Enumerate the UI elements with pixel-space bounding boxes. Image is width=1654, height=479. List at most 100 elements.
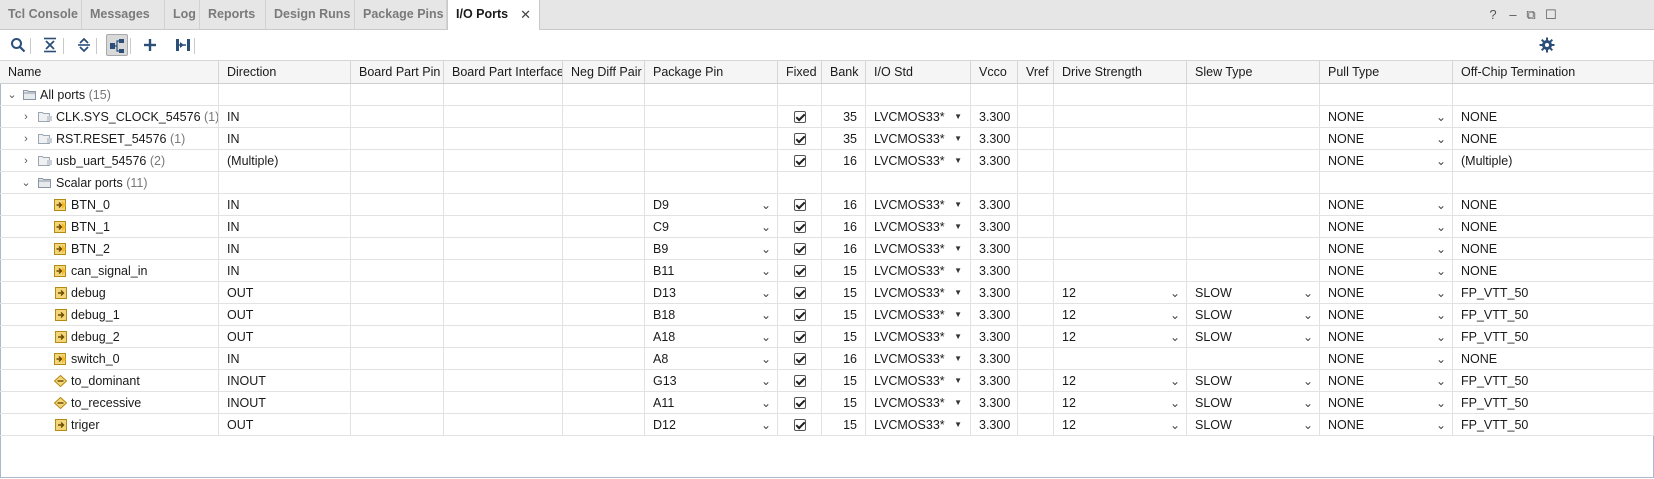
slew-type-cell[interactable]: SLOW ⌄ [1187,282,1320,304]
pull-type-cell[interactable]: NONE ⌄ [1320,392,1453,414]
package-pin-cell[interactable]: D13 ⌄ [645,282,778,304]
slew-type-cell[interactable]: SLOW ⌄ [1187,326,1320,348]
dropdown-triangle-icon[interactable]: ▼ [954,392,962,414]
dropdown-triangle-icon[interactable]: ▼ [954,106,962,128]
dropdown-triangle-icon[interactable]: ▼ [954,238,962,260]
close-icon[interactable]: ✕ [520,0,531,29]
tree-row-port[interactable]: BTN_0 IN D9 ⌄ 16 LVCMOS33* ▼ 3.300 NONE ⌄ NONE [0,194,1654,216]
drive-strength-cell[interactable]: 12 ⌄ [1054,326,1187,348]
fixed-checkbox[interactable] [793,419,806,431]
column-header-bank[interactable]: Bank [822,61,866,83]
maximize-icon[interactable]: ☐ [1542,0,1560,29]
pull-type-cell[interactable]: NONE ⌄ [1320,194,1453,216]
dropdown-triangle-icon[interactable]: ▼ [954,260,962,282]
io-std-cell[interactable]: LVCMOS33* ▼ [866,348,971,370]
column-header-package-pin[interactable]: Package Pin [645,61,778,83]
package-pin-cell[interactable]: D9 ⌄ [645,194,778,216]
slew-type-cell[interactable]: SLOW ⌄ [1187,370,1320,392]
chevron-down-icon[interactable]: ⌄ [761,260,771,282]
chevron-down-icon[interactable]: ⌄ [1170,304,1180,326]
fixed-checkbox[interactable] [793,375,806,387]
tree-row-port[interactable]: triger OUT D12 ⌄ 15 LVCMOS33* ▼ 3.300 12 ⌄ SLOW ⌄ NO… [0,414,1654,436]
chevron-down-icon[interactable]: ⌄ [1436,370,1446,392]
tab-reports[interactable]: Reports [200,0,266,29]
drive-strength-cell[interactable]: 12 ⌄ [1054,304,1187,326]
chevron-down-icon[interactable]: ⌄ [1436,106,1446,128]
export-button[interactable] [172,34,194,56]
chevron-down-icon[interactable]: ⌄ [761,392,771,414]
search-button[interactable] [7,34,29,56]
chevron-down-icon[interactable]: ⌄ [1170,370,1180,392]
pull-type-cell[interactable]: NONE ⌄ [1320,326,1453,348]
io-std-cell[interactable]: LVCMOS33* ▼ [866,260,971,282]
package-pin-cell[interactable]: C9 ⌄ [645,216,778,238]
tree-row-interface[interactable]: › usb_uart_54576 (2) (Multiple) 16 LVCMOS33*… [0,150,1654,172]
package-pin-cell[interactable]: G13 ⌄ [645,370,778,392]
column-header-vcco[interactable]: Vcco [971,61,1018,83]
drive-strength-cell[interactable]: 12 ⌄ [1054,282,1187,304]
pull-type-cell[interactable]: NONE ⌄ [1320,414,1453,436]
fixed-checkbox[interactable] [793,353,806,365]
column-header-neg-diff-pair[interactable]: Neg Diff Pair [563,61,645,83]
chevron-down-icon[interactable]: ⌄ [1436,260,1446,282]
tree-row-port[interactable]: to_dominant INOUT G13 ⌄ 15 LVCMOS33* ▼ 3.300 12 ⌄… [0,370,1654,392]
chevron-down-icon[interactable]: ⌄ [1436,194,1446,216]
package-pin-cell[interactable]: B11 ⌄ [645,260,778,282]
help-icon[interactable]: ? [1484,0,1502,29]
chevron-down-icon[interactable]: ⌄ [1436,128,1446,150]
package-pin-cell[interactable]: B18 ⌄ [645,304,778,326]
pull-type-cell[interactable]: NONE ⌄ [1320,150,1453,172]
dropdown-triangle-icon[interactable]: ▼ [954,150,962,172]
chevron-down-icon[interactable]: ⌄ [1436,238,1446,260]
column-header-drive-strength[interactable]: Drive Strength [1054,61,1187,83]
dropdown-triangle-icon[interactable]: ▼ [954,414,962,436]
io-std-cell[interactable]: LVCMOS33* ▼ [866,106,971,128]
io-std-cell[interactable]: LVCMOS33* ▼ [866,304,971,326]
fixed-checkbox[interactable] [793,221,806,233]
dropdown-triangle-icon[interactable]: ▼ [954,216,962,238]
io-std-cell[interactable]: LVCMOS33* ▼ [866,216,971,238]
column-header-direction[interactable]: Direction [219,61,351,83]
pull-type-cell[interactable]: NONE ⌄ [1320,282,1453,304]
chevron-down-icon[interactable]: ⌄ [1436,150,1446,172]
package-pin-cell[interactable] [645,150,778,172]
chevron-down-icon[interactable]: ⌄ [1303,304,1313,326]
chevron-down-icon[interactable]: ⌄ [761,194,771,216]
drive-strength-cell[interactable]: 12 ⌄ [1054,414,1187,436]
pull-type-cell[interactable]: NONE ⌄ [1320,348,1453,370]
tree-row-port[interactable]: debug OUT D13 ⌄ 15 LVCMOS33* ▼ 3.300 12 ⌄ SLOW ⌄ NON… [0,282,1654,304]
collapse-all-button[interactable] [39,34,61,56]
chevron-down-icon[interactable]: ⌄ [1303,392,1313,414]
drive-strength-cell[interactable]: 12 ⌄ [1054,392,1187,414]
tree-row-port[interactable]: switch_0 IN A8 ⌄ 16 LVCMOS33* ▼ 3.300 NONE ⌄ NONE [0,348,1654,370]
chevron-down-icon[interactable]: ⌄ [1303,326,1313,348]
tab-tcl-console[interactable]: Tcl Console [0,0,82,29]
package-pin-cell[interactable]: B9 ⌄ [645,238,778,260]
fixed-checkbox[interactable] [793,287,806,299]
io-std-cell[interactable]: LVCMOS33* ▼ [866,392,971,414]
io-std-cell[interactable]: LVCMOS33* ▼ [866,128,971,150]
chevron-down-icon[interactable]: ⌄ [761,370,771,392]
chevron-down-icon[interactable]: ⌄ [1303,370,1313,392]
add-button[interactable] [139,34,161,56]
slew-type-cell[interactable]: SLOW ⌄ [1187,304,1320,326]
chevron-down-icon[interactable]: ⌄ [761,348,771,370]
fixed-checkbox[interactable] [793,397,806,409]
tree-row-interface[interactable]: › RST.RESET_54576 (1) IN 35 LVCMOS33* ▼ 3.300 N… [0,128,1654,150]
column-header-pull-type[interactable]: Pull Type [1320,61,1453,83]
fixed-checkbox[interactable] [793,265,806,277]
chevron-down-icon[interactable]: ⌄ [1170,414,1180,436]
tree-row-port[interactable]: BTN_1 IN C9 ⌄ 16 LVCMOS33* ▼ 3.300 NONE ⌄ NONE [0,216,1654,238]
column-header-i-o-std[interactable]: I/O Std [866,61,971,83]
chevron-down-icon[interactable]: ⌄ [1170,326,1180,348]
expand-chevron-icon[interactable]: › [20,106,32,128]
column-header-board-part-pin[interactable]: Board Part Pin [351,61,444,83]
tab-messages[interactable]: Messages [82,0,165,29]
tree-row-port[interactable]: debug_2 OUT A18 ⌄ 15 LVCMOS33* ▼ 3.300 12 ⌄ SLOW ⌄ N… [0,326,1654,348]
slew-type-cell[interactable]: SLOW ⌄ [1187,392,1320,414]
chevron-down-icon[interactable]: ⌄ [1170,392,1180,414]
expand-chevron-icon[interactable]: › [20,150,32,172]
dropdown-triangle-icon[interactable]: ▼ [954,282,962,304]
tab-design-runs[interactable]: Design Runs [266,0,355,29]
chevron-down-icon[interactable]: ⌄ [1170,282,1180,304]
